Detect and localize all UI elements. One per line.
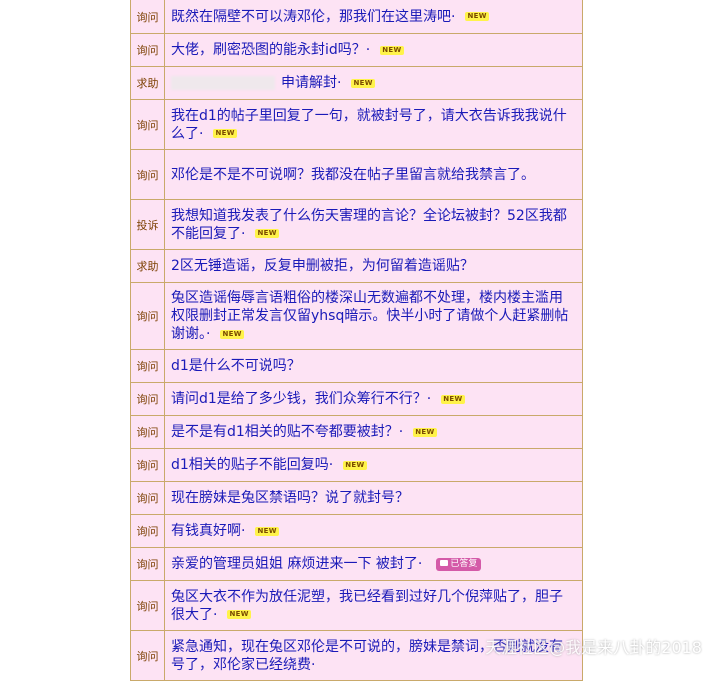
post-category-tag: 询问 [131,100,165,149]
post-row[interactable]: 询问 既然在隔壁不可以涛邓伦，那我们在这里涛吧· NEW [131,0,582,34]
post-title-link[interactable]: d1是什么不可说吗？ [171,358,301,374]
chat-bubble-icon [440,560,449,566]
answered-label: 已答复 [450,558,478,569]
post-title-link[interactable]: 请问d1是给了多少钱，我们众筹行不行？· [171,391,431,407]
post-category-tag: 询问 [131,350,165,382]
post-category-tag: 求助 [131,250,165,282]
post-title-link[interactable]: 申请解封· [281,75,341,91]
post-title-link[interactable]: 有钱真好啊· [171,523,245,539]
post-list: 询问 既然在隔壁不可以涛邓伦，那我们在这里涛吧· NEW 询问 大佬，刷密恐图的能永封i… [130,0,583,681]
post-title-link[interactable]: 是不是有d1相关的贴不夸都要被封？· [171,424,403,440]
post-row[interactable]: 询问 请问d1是给了多少钱，我们众筹行不行？· NEW [131,383,582,416]
post-category-tag: 询问 [131,0,165,33]
post-category-tag: 询问 [131,34,165,66]
post-category-tag: 询问 [131,581,165,630]
new-badge: NEW [441,394,465,404]
new-badge: NEW [255,526,279,536]
post-row[interactable]: 询问 d1相关的贴子不能回复吗· NEW [131,449,582,482]
post-title-link[interactable]: 现在膀妹是兔区禁语吗？说了就封号？ [171,490,409,506]
post-row[interactable]: 投诉 我想知道我发表了什么伤天害理的言论？全论坛被封？52区我都不能回复了· NEW [131,200,582,250]
new-badge: NEW [227,610,251,619]
post-row[interactable]: 询问 有钱真好啊· NEW [131,515,582,548]
post-title-link[interactable]: 亲爱的管理员姐姐 麻烦进来一下 被封了· [171,556,422,572]
post-category-tag: 询问 [131,449,165,481]
post-title-link[interactable]: 2区无锤造谣，反复申删被拒，为何留着造谣贴？ [171,258,474,274]
new-badge: NEW [351,78,375,88]
post-category-tag: 询问 [131,283,165,349]
post-category-tag: 询问 [131,515,165,547]
new-badge: NEW [413,427,437,437]
post-category-tag: 询问 [131,150,165,199]
post-row[interactable]: 询问 亲爱的管理员姐姐 麻烦进来一下 被封了· 已答复 [131,548,582,581]
post-row[interactable]: 求助 2区无锤造谣，反复申删被拒，为何留着造谣贴？ [131,250,582,283]
post-row[interactable]: 询问 兔区大衣不作为放任泥塑，我已经看到过好几个倪萍贴了，胆子很大了· NEW [131,581,582,631]
post-category-tag: 求助 [131,67,165,99]
new-badge: NEW [213,129,237,138]
post-title-link[interactable]: d1相关的贴子不能回复吗· [171,457,333,473]
new-badge: NEW [220,329,244,339]
post-title-link[interactable]: 大佬，刷密恐图的能永封id吗？· [171,42,370,58]
post-title-link[interactable]: 我想知道我发表了什么伤天害理的言论？全论坛被封？52区我都不能回复了· [171,208,567,242]
post-row[interactable]: 求助 申请解封· NEW [131,67,582,100]
watermark: 天涯社区@我是来八卦的2018 [485,638,702,657]
post-category-tag: 询问 [131,631,165,680]
post-row[interactable]: 询问 我在d1的帖子里回复了一句，就被封号了，请大衣告诉我我说什么了· NEW [131,100,582,150]
post-row[interactable]: 询问 兔区造谣侮辱言语粗俗的楼深山无数遍都不处理，楼内楼主滥用权限删封正常发言仅留… [131,283,582,350]
new-badge: NEW [380,45,404,55]
post-row[interactable]: 询问 是不是有d1相关的贴不夸都要被封？· NEW [131,416,582,449]
post-row[interactable]: 询问 d1是什么不可说吗？ [131,350,582,383]
post-row[interactable]: 询问 大佬，刷密恐图的能永封id吗？· NEW [131,34,582,67]
new-badge: NEW [255,229,279,238]
post-category-tag: 询问 [131,482,165,514]
post-category-tag: 询问 [131,548,165,580]
post-category-tag: 询问 [131,416,165,448]
post-category-tag: 询问 [131,383,165,415]
post-row[interactable]: 询问 现在膀妹是兔区禁语吗？说了就封号？ [131,482,582,515]
post-title-link[interactable]: 邓伦是不是不可说啊？我都没在帖子里留言就给我禁言了。 [171,167,535,183]
redacted-username [171,76,275,90]
new-badge: NEW [343,460,367,470]
answered-badge: 已答复 [436,557,482,571]
new-badge: NEW [465,12,489,21]
post-row[interactable]: 询问 邓伦是不是不可说啊？我都没在帖子里留言就给我禁言了。 [131,150,582,200]
post-title-link[interactable]: 既然在隔壁不可以涛邓伦，那我们在这里涛吧· [171,9,455,25]
post-category-tag: 投诉 [131,200,165,249]
